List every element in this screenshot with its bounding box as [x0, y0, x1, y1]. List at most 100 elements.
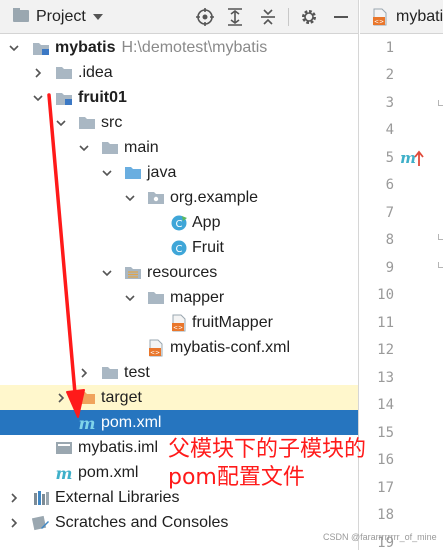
scratches-icon — [32, 514, 50, 532]
minimize-icon[interactable] — [331, 7, 351, 27]
svg-text:m: m — [79, 415, 96, 431]
line-number: 6 — [385, 177, 394, 193]
chevron-down-icon[interactable] — [124, 192, 136, 204]
chevron-down-icon[interactable] — [78, 142, 90, 154]
annotation-text: 父模块下的子模块的 pom配置文件 — [168, 436, 366, 492]
xml-file-icon: <> — [372, 8, 388, 30]
tree-row-fruit[interactable]: C Fruit — [0, 235, 358, 260]
module-folder-icon — [32, 39, 50, 57]
chevron-down-icon[interactable] — [101, 167, 113, 179]
tree-row-idea[interactable]: .idea — [0, 60, 358, 85]
tree-item-label: fruitMapper — [192, 313, 273, 331]
chevron-right-icon[interactable] — [78, 367, 90, 379]
tree-item-label: mybatis.iml — [78, 438, 159, 456]
maven-icon: m — [78, 414, 96, 432]
line-number: 14 — [377, 397, 394, 413]
tree-row-java[interactable]: java — [0, 160, 358, 185]
tree-row-mybatis-conf[interactable]: <> mybatis-conf.xml — [0, 335, 358, 360]
tree-row-target[interactable]: target — [0, 385, 358, 410]
watermark: CSDN @fararrrrrrrr_of_mine — [323, 532, 437, 542]
collapse-all-icon[interactable] — [258, 7, 278, 27]
tree-item-label: .idea — [78, 63, 113, 81]
tree-row-main[interactable]: main — [0, 135, 358, 160]
project-window-icon — [12, 7, 30, 27]
svg-text:<>: <> — [173, 324, 183, 331]
source-folder-icon — [124, 164, 142, 182]
folder-icon — [101, 139, 119, 157]
tree-item-path: H:\demotest\mybatis — [121, 38, 268, 56]
tree-item-label: External Libraries — [55, 488, 180, 506]
tree-item-label: resources — [147, 263, 218, 281]
chevron-right-icon[interactable] — [8, 517, 20, 529]
gear-icon[interactable] — [299, 7, 319, 27]
tree-row-fruitmapper[interactable]: <> fruitMapper — [0, 310, 358, 335]
folder-icon — [147, 289, 165, 307]
target-icon[interactable] — [195, 7, 215, 27]
chevron-right-icon[interactable] — [8, 492, 20, 504]
tree-row-app[interactable]: C App — [0, 210, 358, 235]
fold-marker-icon[interactable] — [438, 262, 443, 268]
tree-row-src[interactable]: src — [0, 110, 358, 135]
package-icon — [147, 189, 165, 207]
tree-item-label: fruit01 — [78, 88, 127, 106]
tree-row-pom-selected[interactable]: m pom.xml — [0, 410, 358, 435]
editor-tab[interactable]: <> mybati — [360, 0, 443, 34]
tree-row-resources[interactable]: resources — [0, 260, 358, 285]
tree-row-package[interactable]: org.example — [0, 185, 358, 210]
tree-item-label: pom.xml — [101, 413, 162, 431]
annotation-line: 父模块下的子模块的 — [168, 437, 367, 462]
folder-icon — [101, 364, 119, 382]
tree-item-label: mybatis-conf.xml — [170, 338, 291, 356]
tree-row-fruit01[interactable]: fruit01 — [0, 85, 358, 110]
svg-text:C: C — [176, 244, 183, 255]
chevron-down-icon — [92, 9, 104, 26]
svg-text:m: m — [400, 149, 416, 167]
svg-text:<>: <> — [150, 349, 160, 356]
tree-item-label: src — [101, 113, 123, 131]
folder-icon — [78, 114, 96, 132]
tree-item-label: Fruit — [192, 238, 224, 256]
line-number: 18 — [377, 507, 394, 523]
chevron-down-icon[interactable] — [101, 267, 113, 279]
line-number: 10 — [377, 287, 394, 303]
chevron-right-icon[interactable] — [32, 67, 44, 79]
chevron-right-icon[interactable] — [55, 392, 67, 404]
tree-row-mapper[interactable]: mapper — [0, 285, 358, 310]
project-toolbar: Project — [0, 0, 358, 34]
svg-text:C: C — [176, 219, 183, 230]
expand-all-icon[interactable] — [225, 7, 245, 27]
fold-marker-icon[interactable] — [438, 234, 443, 240]
tree-row-test[interactable]: test — [0, 360, 358, 385]
svg-text:m: m — [56, 465, 73, 481]
chevron-down-icon[interactable] — [8, 42, 20, 54]
tree-item-label: org.example — [170, 188, 259, 206]
tree-row-scratches[interactable]: Scratches and Consoles — [0, 510, 358, 535]
annotation-line: pom配置文件 — [168, 465, 305, 490]
excluded-folder-icon — [78, 389, 96, 407]
tree-item-label: target — [101, 388, 142, 406]
chevron-down-icon[interactable] — [32, 92, 44, 104]
class-icon: C — [170, 214, 188, 232]
line-number: 13 — [377, 370, 394, 386]
tree-row-root[interactable]: mybatis H:\demotest\mybatis — [0, 35, 358, 60]
project-view-selector[interactable]: Project — [12, 7, 104, 27]
line-number: 2 — [385, 67, 394, 83]
fold-marker-icon[interactable] — [438, 100, 443, 106]
toolbar-divider — [288, 8, 289, 26]
xml-file-icon: <> — [147, 339, 165, 357]
tree-item-label: Scratches and Consoles — [55, 513, 229, 531]
editor-area: <> mybati 1 2 3 4 5 6 7 8 9 10 11 12 13 … — [360, 0, 443, 550]
libraries-icon — [32, 489, 50, 507]
line-number: 7 — [385, 205, 394, 221]
folder-icon — [55, 64, 73, 82]
chevron-down-icon[interactable] — [124, 292, 136, 304]
line-number: 3 — [385, 95, 394, 111]
maven-overrides-icon[interactable]: m — [400, 148, 426, 172]
svg-text:<>: <> — [374, 19, 384, 26]
tree-item-label: pom.xml — [78, 463, 139, 481]
module-folder-icon — [55, 89, 73, 107]
tree-item-label: mybatis H:\demotest\mybatis — [55, 38, 268, 56]
tree-item-label: main — [124, 138, 159, 156]
line-number-gutter: 1 2 3 4 5 6 7 8 9 10 11 12 13 14 15 16 1… — [360, 34, 443, 550]
chevron-down-icon[interactable] — [55, 117, 67, 129]
